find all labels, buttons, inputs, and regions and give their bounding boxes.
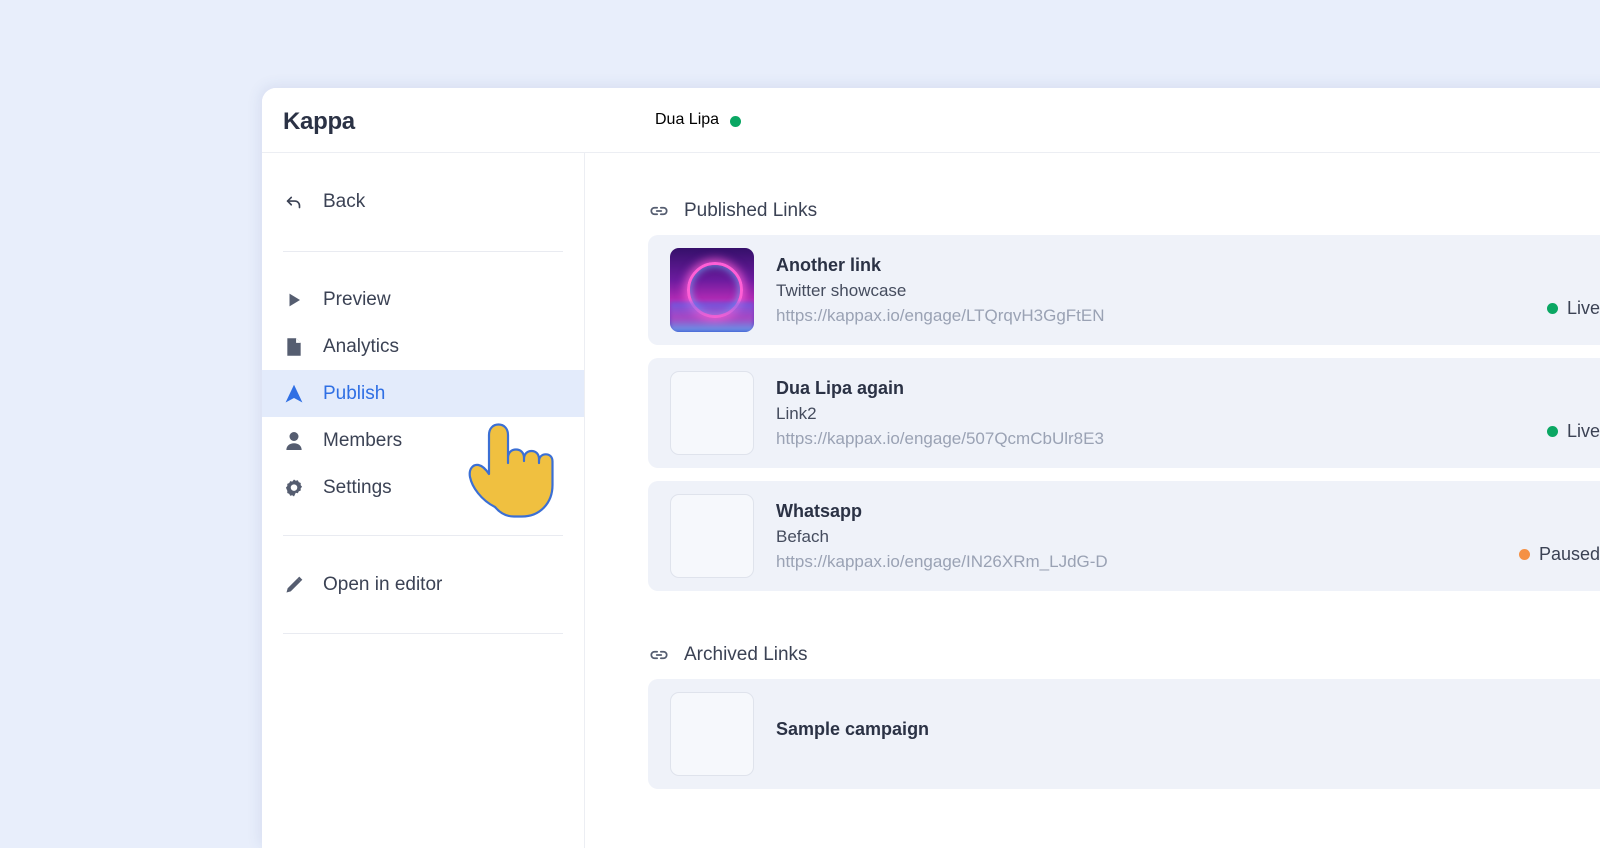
link-icon	[648, 644, 670, 666]
project-status-dot	[730, 115, 742, 127]
link-subtitle: Befach	[776, 526, 829, 546]
sidebar-nav-group: Preview Analytics Publish Members Settin…	[262, 252, 584, 535]
gear-icon	[283, 477, 305, 499]
sidebar-item-analytics-label: Analytics	[323, 335, 400, 357]
link-card[interactable]: Whatsapp Befach https://kappax.io/engage…	[648, 481, 1600, 591]
section-published-links: Published Links Another link Twitter sho…	[585, 153, 1600, 591]
link-thumbnail	[670, 692, 754, 776]
top-bar: Kappa Dua Lipa	[262, 88, 1600, 153]
project-title: Dua Lipa	[655, 111, 720, 128]
link-icon	[648, 200, 670, 222]
link-url[interactable]: https://kappax.io/engage/LTQrqvH3GgFtEN	[776, 306, 1105, 326]
status-badge: Paused	[1518, 544, 1600, 565]
person-icon	[283, 430, 305, 452]
status-dot	[1546, 303, 1558, 314]
section-title-published: Published Links	[684, 200, 818, 221]
link-card[interactable]: Dua Lipa again Link2 https://kappax.io/e…	[648, 358, 1600, 468]
link-title: Another link	[776, 254, 882, 275]
app-window: Kappa Dua Lipa Back Preview Analytics Pu…	[262, 88, 1600, 848]
status-dot	[1546, 426, 1558, 437]
link-card-text: Whatsapp Befach https://kappax.io/engage…	[776, 501, 1108, 572]
sidebar-item-open-in-editor[interactable]: Open in editor	[262, 561, 584, 608]
document-icon	[283, 336, 305, 358]
section-archived-links: Archived Links Sample campaign	[585, 591, 1600, 789]
pencil-icon	[283, 574, 305, 596]
status-dot	[1518, 549, 1530, 560]
sidebar-item-analytics[interactable]: Analytics	[262, 323, 584, 370]
link-card-text: Sample campaign	[776, 719, 929, 750]
link-title: Sample campaign	[776, 718, 930, 739]
sidebar: Back Preview Analytics Publish Members S…	[262, 153, 585, 848]
link-card[interactable]: Another link Twitter showcase https://ka…	[648, 235, 1600, 345]
status-label: Paused	[1538, 544, 1600, 564]
link-thumbnail	[670, 248, 754, 332]
project-header: Dua Lipa	[655, 111, 742, 129]
sidebar-item-members[interactable]: Members	[262, 417, 584, 464]
section-title-archived: Archived Links	[684, 644, 808, 665]
sidebar-item-open-in-editor-label: Open in editor	[323, 573, 443, 595]
status-badge: Live	[1546, 421, 1600, 442]
sidebar-item-preview-label: Preview	[323, 288, 391, 310]
sidebar-divider-end	[283, 633, 563, 634]
link-url[interactable]: https://kappax.io/engage/507QcmCbUlr8E3	[776, 429, 1104, 449]
sidebar-item-preview[interactable]: Preview	[262, 276, 584, 323]
sidebar-item-publish[interactable]: Publish	[262, 370, 584, 417]
status-label: Live	[1566, 298, 1600, 318]
link-card-text: Dua Lipa again Link2 https://kappax.io/e…	[776, 378, 1104, 449]
send-icon	[283, 383, 305, 405]
play-icon	[283, 289, 305, 311]
link-subtitle: Twitter showcase	[776, 280, 907, 300]
section-header-published: Published Links	[648, 200, 1600, 222]
status-label: Live	[1566, 421, 1600, 441]
main-content: Published Links Another link Twitter sho…	[585, 153, 1600, 848]
sidebar-item-publish-label: Publish	[323, 382, 386, 404]
link-subtitle: Link2	[776, 403, 817, 423]
link-thumbnail	[670, 494, 754, 578]
sidebar-item-settings-label: Settings	[323, 476, 392, 498]
link-url[interactable]: https://kappax.io/engage/IN26XRm_LJdG-D	[776, 552, 1108, 572]
sidebar-editor-group: Open in editor	[262, 536, 584, 633]
sidebar-back-group: Back	[262, 153, 584, 251]
status-badge: Live	[1546, 298, 1600, 319]
app-brand-logo: Kappa	[283, 108, 355, 135]
sidebar-item-back-label: Back	[323, 190, 366, 212]
back-arrow-icon	[283, 191, 305, 213]
link-title: Whatsapp	[776, 500, 863, 521]
link-thumbnail	[670, 371, 754, 455]
sidebar-item-settings[interactable]: Settings	[262, 464, 584, 511]
link-card-text: Another link Twitter showcase https://ka…	[776, 255, 1105, 326]
link-title: Dua Lipa again	[776, 377, 905, 398]
section-header-archived: Archived Links	[648, 644, 1600, 666]
link-card[interactable]: Sample campaign	[648, 679, 1600, 789]
sidebar-item-back[interactable]: Back	[262, 178, 584, 225]
sidebar-item-members-label: Members	[323, 429, 403, 451]
